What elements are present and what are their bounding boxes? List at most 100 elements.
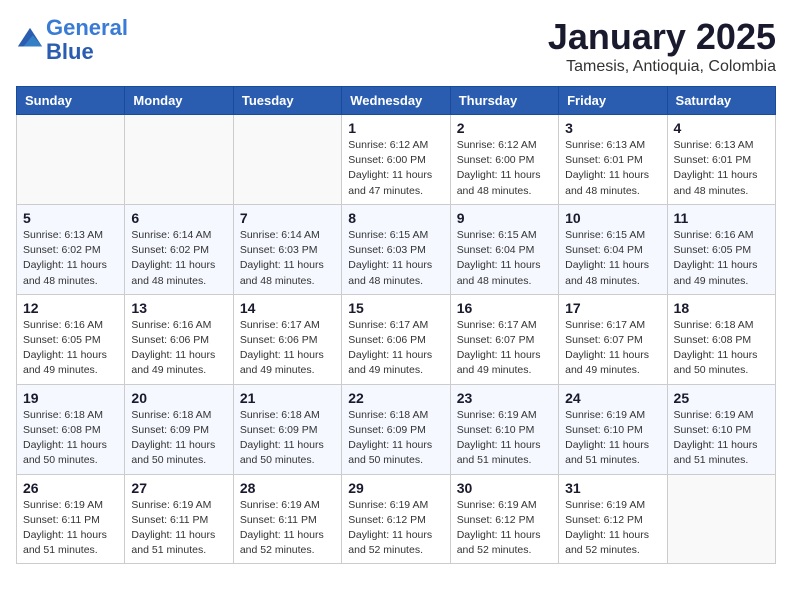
day-info: Sunrise: 6:18 AM Sunset: 6:09 PM Dayligh…: [131, 408, 226, 469]
calendar-cell: 31 Sunrise: 6:19 AM Sunset: 6:12 PM Dayli…: [559, 474, 667, 564]
day-number: 13: [131, 300, 226, 316]
day-number: 5: [23, 210, 118, 226]
day-number: 9: [457, 210, 552, 226]
calendar-cell: 29 Sunrise: 6:19 AM Sunset: 6:12 PM Dayli…: [342, 474, 450, 564]
day-info: Sunrise: 6:19 AM Sunset: 6:12 PM Dayligh…: [565, 498, 660, 559]
day-info: Sunrise: 6:14 AM Sunset: 6:03 PM Dayligh…: [240, 228, 335, 289]
day-info: Sunrise: 6:19 AM Sunset: 6:11 PM Dayligh…: [240, 498, 335, 559]
calendar-cell: 17 Sunrise: 6:17 AM Sunset: 6:07 PM Dayli…: [559, 294, 667, 384]
calendar-cell: 6 Sunrise: 6:14 AM Sunset: 6:02 PM Daylig…: [125, 204, 233, 294]
day-number: 20: [131, 390, 226, 406]
calendar-table: SundayMondayTuesdayWednesdayThursdayFrid…: [16, 86, 776, 564]
day-number: 22: [348, 390, 443, 406]
calendar-cell: 7 Sunrise: 6:14 AM Sunset: 6:03 PM Daylig…: [233, 204, 341, 294]
day-number: 27: [131, 480, 226, 496]
calendar-cell: [17, 115, 125, 205]
day-number: 8: [348, 210, 443, 226]
day-info: Sunrise: 6:16 AM Sunset: 6:06 PM Dayligh…: [131, 318, 226, 379]
calendar-cell: 23 Sunrise: 6:19 AM Sunset: 6:10 PM Dayli…: [450, 384, 558, 474]
weekday-header-monday: Monday: [125, 87, 233, 115]
calendar-cell: 18Sunrise: 6:18 AM Sunset: 6:08 PM Dayli…: [667, 294, 775, 384]
day-info: Sunrise: 6:17 AM Sunset: 6:06 PM Dayligh…: [348, 318, 443, 379]
calendar-cell: 28Sunrise: 6:19 AM Sunset: 6:11 PM Dayli…: [233, 474, 341, 564]
calendar-cell: 1Sunrise: 6:12 AM Sunset: 6:00 PM Daylig…: [342, 115, 450, 205]
day-info: Sunrise: 6:17 AM Sunset: 6:07 PM Dayligh…: [565, 318, 660, 379]
day-info: Sunrise: 6:15 AM Sunset: 6:04 PM Dayligh…: [457, 228, 552, 289]
weekday-header-sunday: Sunday: [17, 87, 125, 115]
day-number: 31: [565, 480, 660, 496]
logo-text: General Blue: [46, 16, 128, 64]
calendar-week-row: 5 Sunrise: 6:13 AM Sunset: 6:02 PM Daylig…: [17, 204, 776, 294]
logo-general: General: [46, 15, 128, 40]
day-info: Sunrise: 6:19 AM Sunset: 6:12 PM Dayligh…: [457, 498, 552, 559]
day-number: 10: [565, 210, 660, 226]
calendar-cell: 11 Sunrise: 6:16 AM Sunset: 6:05 PM Dayli…: [667, 204, 775, 294]
day-number: 17: [565, 300, 660, 316]
weekday-header-saturday: Saturday: [667, 87, 775, 115]
day-number: 25: [674, 390, 769, 406]
weekday-header-row: SundayMondayTuesdayWednesdayThursdayFrid…: [17, 87, 776, 115]
day-info: Sunrise: 6:19 AM Sunset: 6:11 PM Dayligh…: [131, 498, 226, 559]
day-number: 15: [348, 300, 443, 316]
day-number: 12: [23, 300, 118, 316]
day-number: 11: [674, 210, 769, 226]
calendar-cell: 12 Sunrise: 6:16 AM Sunset: 6:05 PM Dayli…: [17, 294, 125, 384]
day-info: Sunrise: 6:19 AM Sunset: 6:11 PM Dayligh…: [23, 498, 118, 559]
day-number: 14: [240, 300, 335, 316]
day-number: 19: [23, 390, 118, 406]
day-info: Sunrise: 6:15 AM Sunset: 6:03 PM Dayligh…: [348, 228, 443, 289]
calendar-cell: 9 Sunrise: 6:15 AM Sunset: 6:04 PM Daylig…: [450, 204, 558, 294]
day-info: Sunrise: 6:19 AM Sunset: 6:10 PM Dayligh…: [674, 408, 769, 469]
calendar-cell: 13 Sunrise: 6:16 AM Sunset: 6:06 PM Dayli…: [125, 294, 233, 384]
weekday-header-friday: Friday: [559, 87, 667, 115]
day-info: Sunrise: 6:18 AM Sunset: 6:09 PM Dayligh…: [348, 408, 443, 469]
calendar-cell: [667, 474, 775, 564]
day-info: Sunrise: 6:18 AM Sunset: 6:08 PM Dayligh…: [23, 408, 118, 469]
day-number: 29: [348, 480, 443, 496]
day-number: 23: [457, 390, 552, 406]
calendar-week-row: 12 Sunrise: 6:16 AM Sunset: 6:05 PM Dayli…: [17, 294, 776, 384]
day-info: Sunrise: 6:15 AM Sunset: 6:04 PM Dayligh…: [565, 228, 660, 289]
day-number: 7: [240, 210, 335, 226]
page-header: General Blue January 2025 Tamesis, Antio…: [16, 16, 776, 76]
day-number: 16: [457, 300, 552, 316]
calendar-cell: 27 Sunrise: 6:19 AM Sunset: 6:11 PM Dayli…: [125, 474, 233, 564]
day-info: Sunrise: 6:19 AM Sunset: 6:12 PM Dayligh…: [348, 498, 443, 559]
calendar-week-row: 1 Sunrise: 6:12 AM Sunset: 6:00 PM Daylig…: [17, 115, 776, 205]
day-info: Sunrise: 6:13 AM Sunset: 6:01 PM Dayligh…: [674, 138, 769, 199]
day-info: Sunrise: 6:12 AM Sunset: 6:00 PM Dayligh…: [457, 138, 552, 199]
weekday-header-thursday: Thursday: [450, 87, 558, 115]
day-number: 26: [23, 480, 118, 496]
day-info: Sunrise: 6:19 AM Sunset: 6:10 PM Dayligh…: [457, 408, 552, 469]
day-number: 3: [565, 120, 660, 136]
day-number: 1: [348, 120, 443, 136]
calendar-cell: 14Sunrise: 6:17 AM Sunset: 6:06 PM Dayli…: [233, 294, 341, 384]
weekday-header-tuesday: Tuesday: [233, 87, 341, 115]
calendar-week-row: 19 Sunrise: 6:18 AM Sunset: 6:08 PM Dayli…: [17, 384, 776, 474]
day-number: 30: [457, 480, 552, 496]
calendar-cell: 16Sunrise: 6:17 AM Sunset: 6:07 PM Dayli…: [450, 294, 558, 384]
calendar-cell: 25 Sunrise: 6:19 AM Sunset: 6:10 PM Dayli…: [667, 384, 775, 474]
calendar-cell: 22 Sunrise: 6:18 AM Sunset: 6:09 PM Dayli…: [342, 384, 450, 474]
calendar-cell: [125, 115, 233, 205]
day-info: Sunrise: 6:14 AM Sunset: 6:02 PM Dayligh…: [131, 228, 226, 289]
calendar-week-row: 26 Sunrise: 6:19 AM Sunset: 6:11 PM Dayli…: [17, 474, 776, 564]
day-info: Sunrise: 6:13 AM Sunset: 6:02 PM Dayligh…: [23, 228, 118, 289]
title-block: January 2025 Tamesis, Antioquia, Colombi…: [548, 16, 776, 76]
day-number: 6: [131, 210, 226, 226]
day-info: Sunrise: 6:18 AM Sunset: 6:09 PM Dayligh…: [240, 408, 335, 469]
calendar-cell: 3Sunrise: 6:13 AM Sunset: 6:01 PM Daylig…: [559, 115, 667, 205]
day-info: Sunrise: 6:19 AM Sunset: 6:10 PM Dayligh…: [565, 408, 660, 469]
day-info: Sunrise: 6:16 AM Sunset: 6:05 PM Dayligh…: [23, 318, 118, 379]
day-number: 4: [674, 120, 769, 136]
calendar-cell: 19 Sunrise: 6:18 AM Sunset: 6:08 PM Dayli…: [17, 384, 125, 474]
calendar-cell: 5 Sunrise: 6:13 AM Sunset: 6:02 PM Daylig…: [17, 204, 125, 294]
day-info: Sunrise: 6:16 AM Sunset: 6:05 PM Dayligh…: [674, 228, 769, 289]
logo: General Blue: [16, 16, 128, 64]
calendar-cell: 20 Sunrise: 6:18 AM Sunset: 6:09 PM Dayli…: [125, 384, 233, 474]
location-title: Tamesis, Antioquia, Colombia: [548, 58, 776, 76]
day-number: 21: [240, 390, 335, 406]
calendar-cell: 10 Sunrise: 6:15 AM Sunset: 6:04 PM Dayli…: [559, 204, 667, 294]
calendar-cell: 21 Sunrise: 6:18 AM Sunset: 6:09 PM Dayli…: [233, 384, 341, 474]
weekday-header-wednesday: Wednesday: [342, 87, 450, 115]
